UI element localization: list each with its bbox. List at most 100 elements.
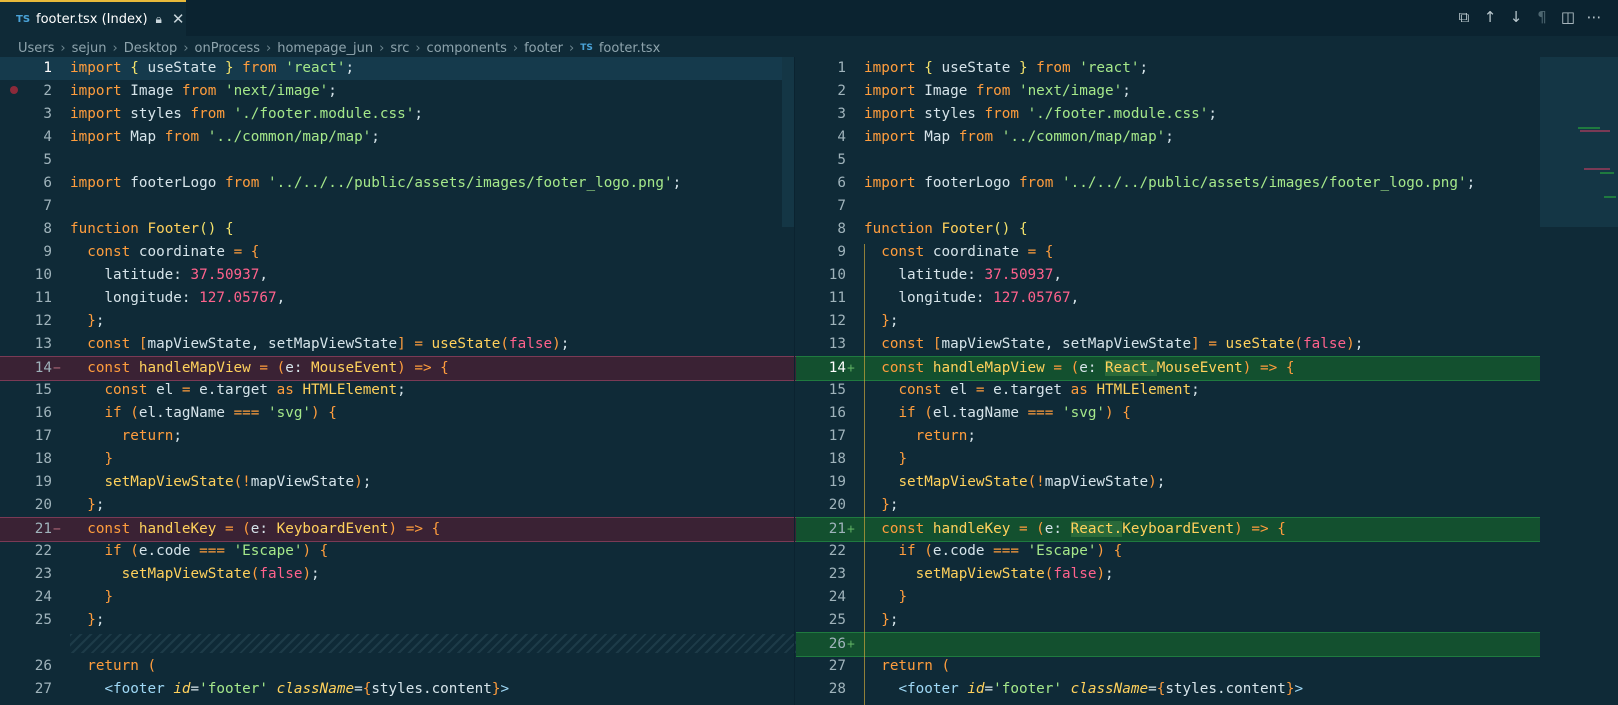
line-number: 15 [34,382,52,398]
split-editor-icon[interactable]: ◫ [1560,8,1576,26]
breadcrumb-item[interactable]: footer [524,41,563,56]
more-actions-icon[interactable]: ⋯ [1586,8,1602,26]
line-number: 5 [837,152,846,168]
code-line: 15 const el = e.target as HTMLElement; [796,379,1590,402]
code-line: 23 setMapViewState(false); [796,563,1590,586]
breadcrumb-item[interactable]: Desktop [124,41,178,56]
typescript-file-icon: TS [580,43,593,53]
code-line: 19 setMapViewState(!mapViewState); [796,471,1590,494]
breadcrumb-file[interactable]: footer.tsx [599,41,660,56]
line-number: 21 [828,521,846,537]
line-number: 1 [837,60,846,76]
diff-divider[interactable] [794,57,795,705]
line-number: 14 [34,360,52,376]
original-scrollbar[interactable] [782,57,794,227]
original-editor[interactable]: 1 import { useState } from 'react'; 2 impo… [0,57,796,705]
code-line: 16 if (el.tagName === 'svg') { [796,402,1590,425]
code-line: 7 [796,195,1590,218]
line-number: 14 [828,360,846,376]
inserted-line: 14 + const handleMapView = (e: React.Mous… [796,356,1590,381]
close-icon[interactable]: ✕ [172,10,185,28]
code-line: 13 const [mapViewState, setMapViewState]… [0,333,796,356]
code-line: 18 } [0,448,796,471]
line-number: 2 [837,83,846,99]
chevron-right-icon: › [415,40,421,56]
line-number: 6 [43,175,52,191]
breadcrumb-item[interactable]: onProcess [195,41,261,56]
breadcrumb-item[interactable]: sejun [72,41,107,56]
tab-title: footer.tsx (Index) [36,11,148,27]
previous-change-icon[interactable]: ↑ [1482,8,1498,26]
code-line: 25 }; [0,609,796,632]
breadcrumb-item[interactable]: homepage_jun [277,41,373,56]
line-number: 13 [828,336,846,352]
breadcrumb-item[interactable]: components [427,41,507,56]
open-file-icon[interactable]: ⧉ [1456,8,1472,26]
code-line: 4 import Map from '../common/map/map'; [0,126,796,149]
line-number: 22 [828,543,846,559]
line-number: 4 [837,129,846,145]
code-line: 27 <footer id='footer' className={styles… [0,678,796,701]
code-line: 16 if (el.tagName === 'svg') { [0,402,796,425]
line-number: 6 [837,175,846,191]
line-number: 15 [828,382,846,398]
line-number: 26 [828,636,846,652]
line-number: 7 [43,198,52,214]
minimap-change [1580,130,1610,132]
line-number: 3 [43,106,52,122]
code-line: 15 const el = e.target as HTMLElement; [0,379,796,402]
line-number: 23 [828,566,846,582]
line-number: 24 [828,589,846,605]
code-line: 8 function Footer() { [796,218,1590,241]
line-number: 26 [34,658,52,674]
diff-filler [70,632,796,655]
code-line: 3 import styles from './footer.module.css… [0,103,796,126]
line-number: 17 [34,428,52,444]
editor-actions: ⧉ ↑ ↓ ¶ ◫ ⋯ [1456,8,1602,26]
code-line: 2 import Image from 'next/image'; [796,80,1590,103]
code-line: 13 const [mapViewState, setMapViewState]… [796,333,1590,356]
indent-guide [864,244,865,705]
chevron-right-icon: › [60,40,66,56]
code-line: 22 if (e.code === 'Escape') { [796,540,1590,563]
line-number: 24 [34,589,52,605]
modified-editor[interactable]: 1 import { useState } from 'react'; 2 impo… [796,57,1590,705]
code-line: 9 const coordinate = { [796,241,1590,264]
code-line: 11 longitude: 127.05767, [0,287,796,310]
code-line: 17 return; [0,425,796,448]
chevron-right-icon: › [266,40,272,56]
breadcrumb-item[interactable]: src [390,41,409,56]
line-number: 4 [43,129,52,145]
line-number: 28 [828,681,846,697]
line-number: 18 [828,451,846,467]
line-number: 12 [828,313,846,329]
code-line: 12 }; [796,310,1590,333]
line-number: 25 [828,612,846,628]
typescript-file-icon: TS [16,13,31,25]
code-line: 6 import footerLogo from '../../../public… [796,172,1590,195]
code-line: 6 import footerLogo from '../../../public… [0,172,796,195]
breadcrumb-item[interactable]: Users [18,41,54,56]
line-number: 10 [34,267,52,283]
code-line: 4 import Map from '../common/map/map'; [796,126,1590,149]
line-number: 8 [837,221,846,237]
line-number: 21 [34,521,52,537]
line-number: 12 [34,313,52,329]
code-line: 1 import { useState } from 'react'; [796,57,1590,80]
lock-icon: 🔒︎ [155,11,162,26]
line-number: 19 [828,474,846,490]
code-line: 7 [0,195,796,218]
minimap-slider[interactable] [1540,57,1618,227]
whitespace-icon[interactable]: ¶ [1534,8,1550,26]
chevron-right-icon: › [112,40,118,56]
code-line: 24 } [796,586,1590,609]
deleted-line: 21− const handleKey = (e: KeyboardEvent)… [0,517,796,542]
next-change-icon[interactable]: ↓ [1508,8,1524,26]
line-number: 2 [43,83,52,99]
line-number: 27 [828,658,846,674]
minimap-change [1600,172,1614,174]
editor-tab[interactable]: TS footer.tsx (Index) 🔒︎ ✕ [0,0,186,36]
chevron-right-icon: › [379,40,385,56]
chevron-right-icon: › [512,40,519,56]
line-number: 9 [43,244,52,260]
